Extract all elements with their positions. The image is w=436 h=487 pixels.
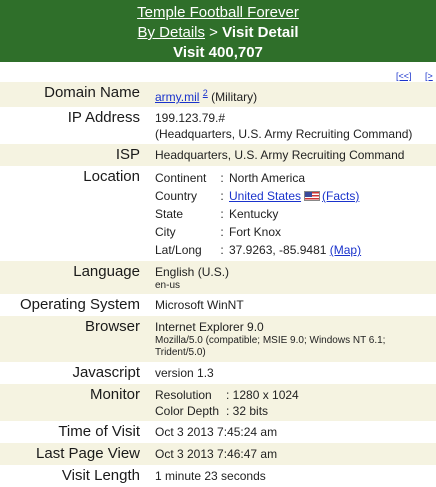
- row-visit-length: Visit Length 1 minute 23 seconds: [0, 465, 436, 487]
- ip-org: (Headquarters, U.S. Army Recruiting Comm…: [155, 127, 413, 141]
- domain-note: (Military): [211, 90, 258, 104]
- label-javascript: Javascript: [72, 364, 140, 381]
- browser-user-agent: Mozilla/5.0 (compatible; MSIE 9.0; Windo…: [155, 335, 386, 358]
- visit-nav: [<<] [>: [0, 62, 436, 82]
- row-time-of-visit: Time of Visit Oct 3 2013 7:45:24 am: [0, 421, 436, 443]
- prev-visit-link[interactable]: [<<]: [396, 71, 412, 81]
- javascript-value: version 1.3: [155, 366, 214, 380]
- city-key: City: [155, 225, 176, 239]
- visit-details-table: Domain Name army.mil 2 (Military) IP Add…: [0, 82, 436, 487]
- continent-value: North America: [229, 171, 306, 185]
- label-location: Location: [83, 168, 140, 185]
- breadcrumb-separator: >: [209, 24, 218, 41]
- label-last-page-view: Last Page View: [0, 443, 148, 465]
- visit-length-value: 1 minute 23 seconds: [155, 469, 266, 483]
- us-flag-icon: [304, 191, 321, 201]
- domain-sup-link[interactable]: 2: [203, 88, 208, 98]
- facts-link[interactable]: (Facts): [322, 189, 359, 203]
- site-title-link[interactable]: Temple Football Forever: [137, 4, 299, 21]
- resolution-key: Resolution: [155, 388, 212, 402]
- map-link[interactable]: (Map): [330, 243, 361, 257]
- language-value: English (U.S.): [155, 265, 230, 279]
- label-browser: Browser: [0, 316, 148, 362]
- label-time-of-visit: Time of Visit: [58, 423, 140, 440]
- browser-value: Internet Explorer 9.0: [155, 320, 264, 334]
- breadcrumb-current: Visit Detail: [222, 24, 299, 41]
- label-domain: Domain Name: [0, 82, 148, 107]
- label-monitor: Monitor: [0, 384, 148, 421]
- country-link[interactable]: United States: [229, 189, 301, 203]
- row-last-page-view: Last Page View Oct 3 2013 7:46:47 am: [0, 443, 436, 465]
- next-visit-link[interactable]: [>: [425, 71, 433, 81]
- language-code: en-us: [155, 280, 181, 291]
- ip-value: 199.123.79.#: [155, 111, 226, 125]
- latlong-key: Lat/Long: [155, 243, 202, 257]
- label-language: Language: [0, 261, 148, 294]
- label-ip: IP Address: [67, 109, 140, 126]
- isp-value: Headquarters, U.S. Army Recruiting Comma…: [148, 144, 436, 166]
- state-value: Kentucky: [229, 207, 279, 221]
- time-of-visit-value: Oct 3 2013 7:45:24 am: [155, 425, 278, 439]
- page-header: Temple Football Forever By Details > Vis…: [0, 0, 436, 62]
- row-isp: ISP Headquarters, U.S. Army Recruiting C…: [0, 144, 436, 166]
- label-isp: ISP: [0, 144, 148, 166]
- color-depth-value: : 32 bits: [226, 404, 269, 418]
- breadcrumb-by-details[interactable]: By Details: [137, 24, 205, 41]
- os-value: Microsoft WinNT: [155, 298, 244, 312]
- row-monitor: Monitor Resolution : 1280 x 1024 Color De…: [0, 384, 436, 421]
- domain-link[interactable]: army.mil: [155, 90, 199, 104]
- visit-title: Visit 400,707: [173, 44, 263, 61]
- row-ip: IP Address 199.123.79.# (Headquarters, U…: [0, 107, 436, 144]
- state-key: State: [155, 207, 184, 221]
- color-depth-key: Color Depth: [155, 404, 220, 418]
- row-os: Operating System Microsoft WinNT: [0, 294, 436, 316]
- label-os: Operating System: [19, 296, 140, 313]
- last-page-view-value: Oct 3 2013 7:46:47 am: [148, 443, 436, 465]
- city-value: Fort Knox: [229, 225, 282, 239]
- resolution-value: : 1280 x 1024: [226, 388, 299, 402]
- row-location: Location Continent: North America Country…: [0, 166, 436, 261]
- country-key: Country: [155, 189, 198, 203]
- row-domain: Domain Name army.mil 2 (Military): [0, 82, 436, 107]
- row-javascript: Javascript version 1.3: [0, 362, 436, 384]
- continent-key: Continent: [155, 171, 207, 185]
- label-visit-length: Visit Length: [61, 467, 140, 484]
- row-language: Language English (U.S.) en-us: [0, 261, 436, 294]
- latlong-value: 37.9263, -85.9481: [229, 243, 327, 257]
- row-browser: Browser Internet Explorer 9.0 Mozilla/5.…: [0, 316, 436, 362]
